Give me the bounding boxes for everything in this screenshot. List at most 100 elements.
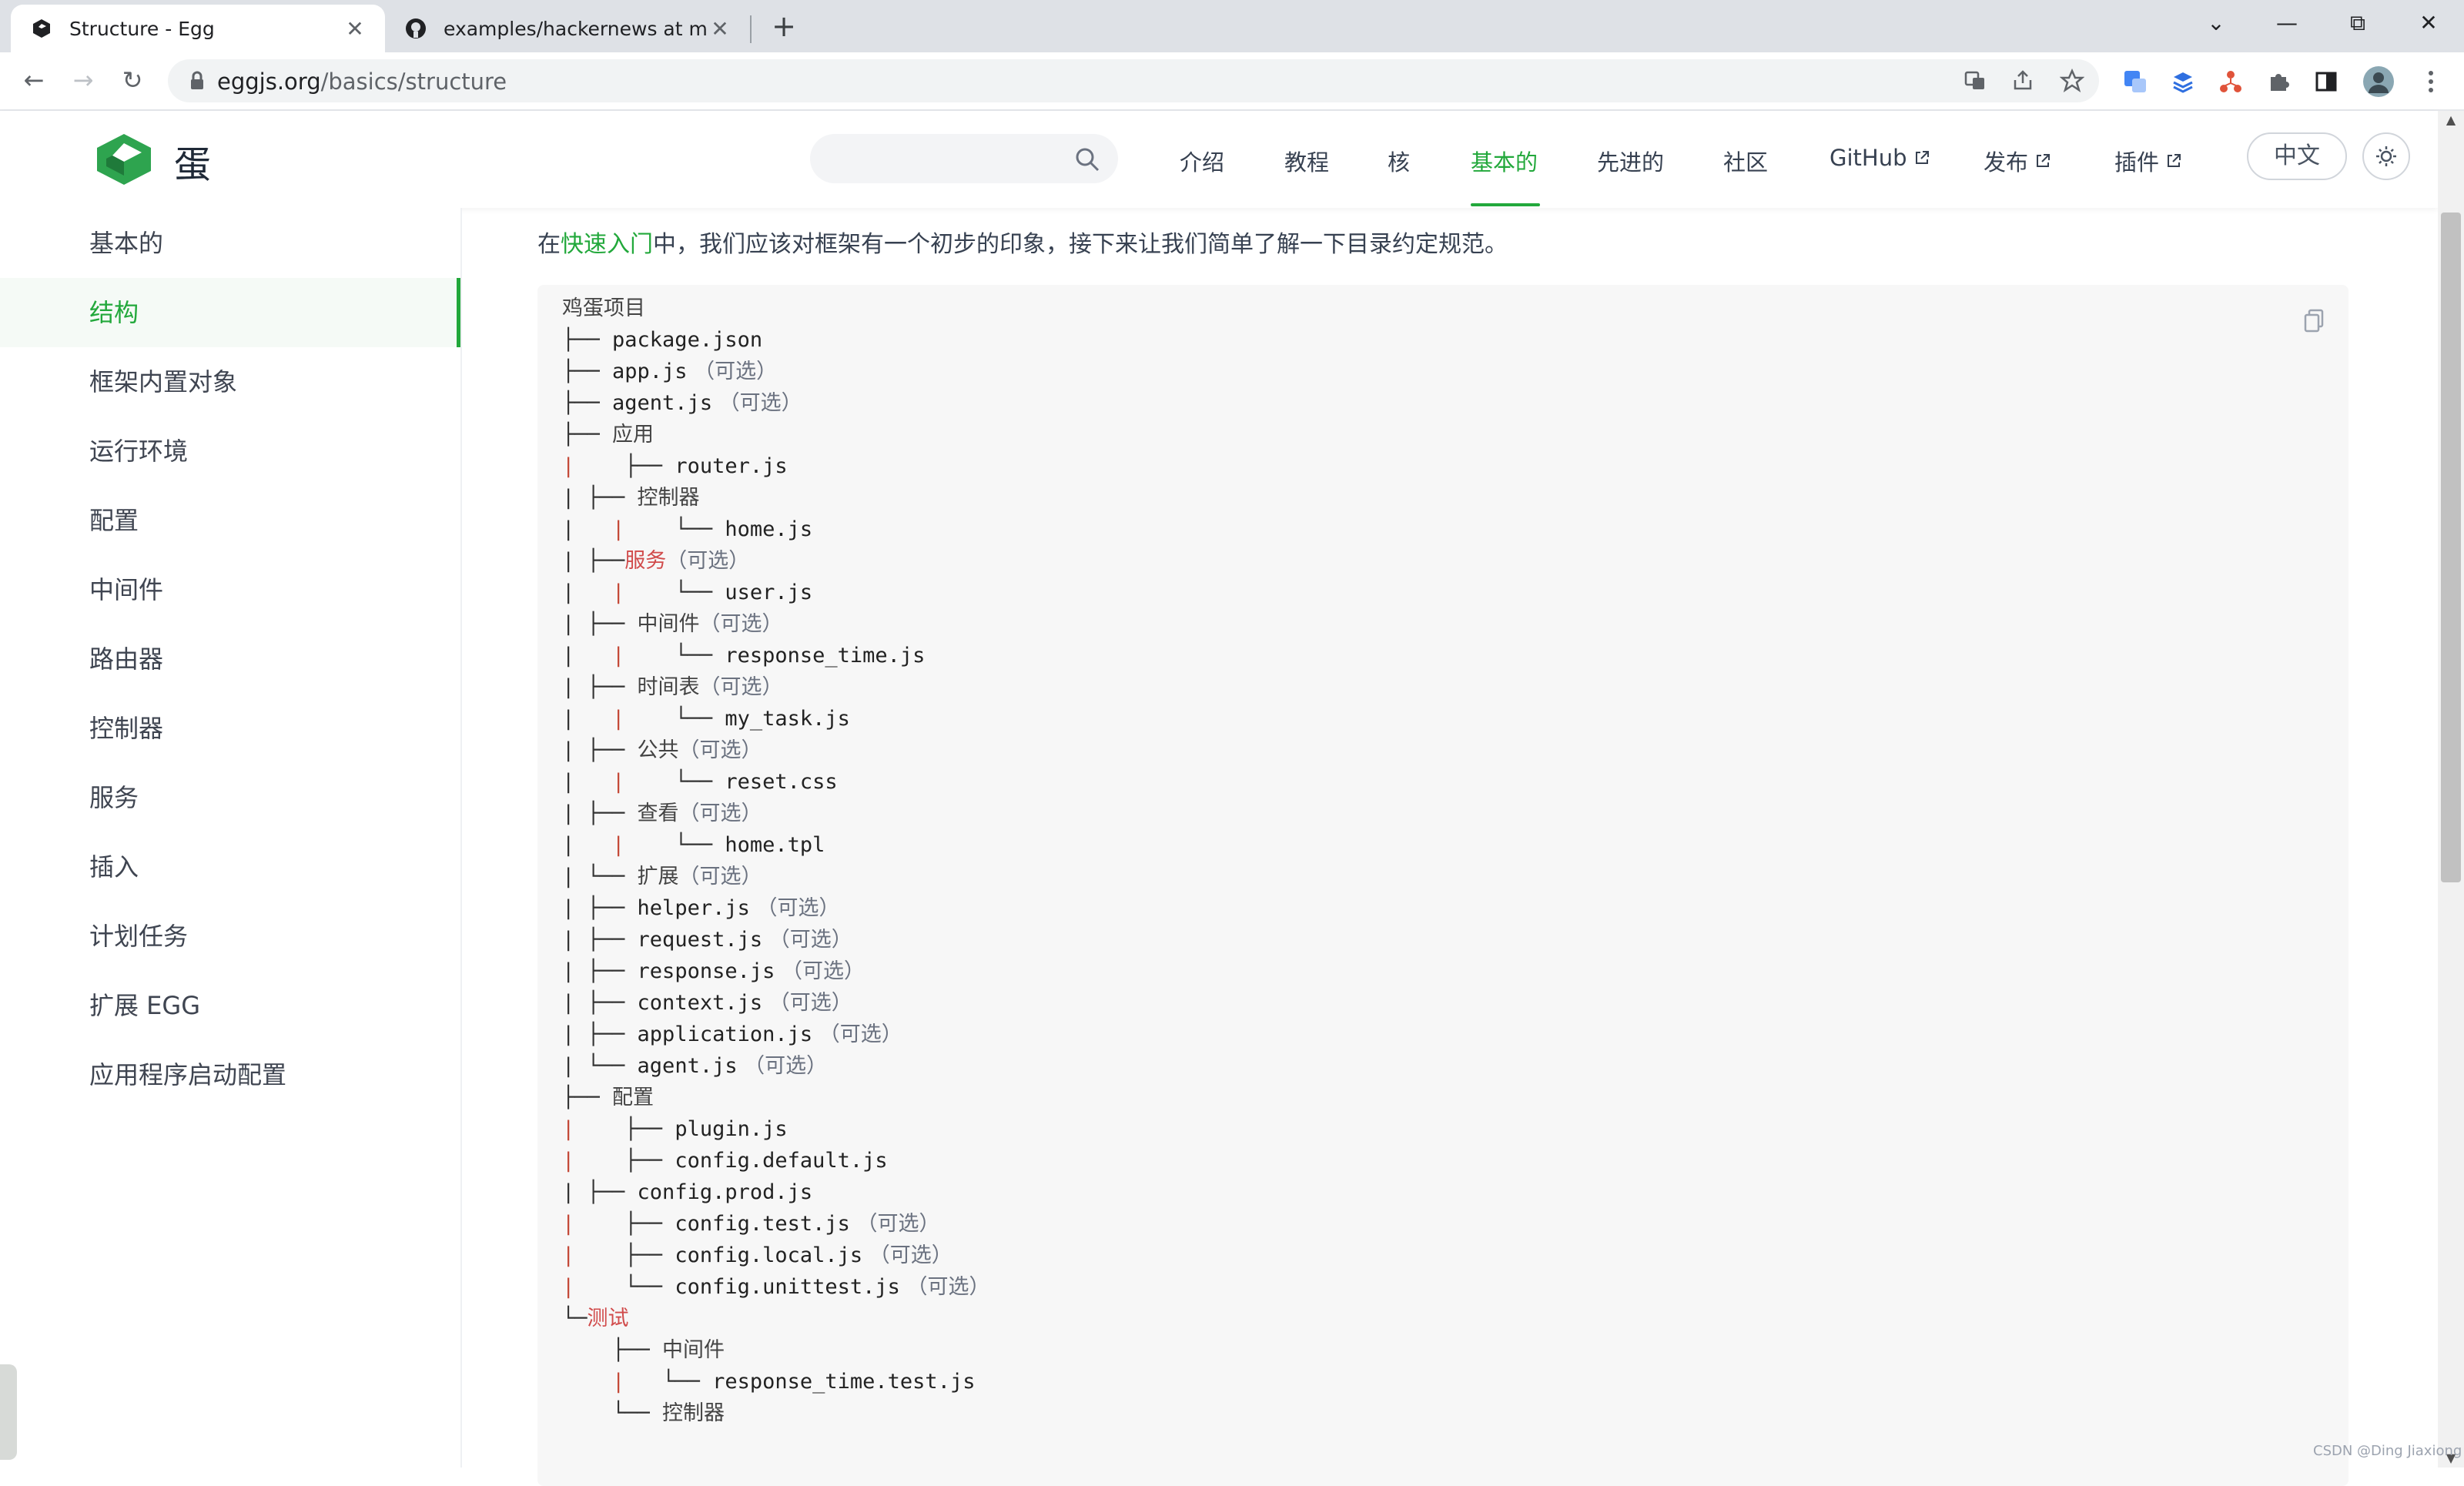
code-segment: 中间件 xyxy=(637,612,700,636)
side-panel-icon[interactable] xyxy=(2313,69,2339,95)
sidebar-item-config[interactable]: 配置 xyxy=(0,486,460,555)
code-segment: | xyxy=(562,1275,575,1299)
restore-button[interactable]: ⧉ xyxy=(2335,6,2381,40)
back-arrow-icon[interactable]: ← xyxy=(17,63,51,97)
code-segment: └── xyxy=(624,1370,713,1394)
nav-advanced[interactable]: 先进的 xyxy=(1597,145,1664,177)
code-line: | ├── 查看（可选） xyxy=(562,798,762,830)
code-segment: （可选） xyxy=(666,549,750,573)
tab-search-chevron-icon[interactable]: ⌄ xyxy=(2193,6,2239,40)
egg-logo-icon[interactable] xyxy=(94,132,154,186)
code-segment: request.js xyxy=(637,928,763,952)
code-segment: 控制器 xyxy=(662,1401,725,1425)
tab-hackernews[interactable]: examples/hackernews at mast• ✕ xyxy=(385,5,750,52)
code-line: | ├── plugin.js xyxy=(562,1113,788,1146)
code-line: | ├── config.local.js （可选） xyxy=(562,1240,952,1272)
code-line: | | └── user.js xyxy=(562,577,812,609)
code-segment: 扩展 xyxy=(637,865,679,889)
search-input[interactable] xyxy=(810,134,1118,183)
directory-tree-code-block: 鸡蛋项目 ├── package.json ├── app.js （可选） ├── a… xyxy=(537,285,2348,1486)
sidebar-item-plugin[interactable]: 插入 xyxy=(0,832,460,902)
sidebar-item-schedule[interactable]: 计划任务 xyxy=(0,902,460,971)
tab-structure-egg[interactable]: Structure - Egg ✕ xyxy=(11,5,385,52)
close-window-button[interactable]: ✕ xyxy=(2405,6,2452,40)
code-segment: 测试 xyxy=(587,1307,629,1330)
copy-icon[interactable] xyxy=(2302,308,2325,333)
sun-icon xyxy=(2376,146,2396,166)
sidebar-item-environment[interactable]: 运行环境 xyxy=(0,417,460,486)
sidebar-item-controller[interactable]: 控制器 xyxy=(0,694,460,763)
close-tab-icon[interactable]: ✕ xyxy=(708,16,732,42)
code-segment: ├── xyxy=(562,360,613,383)
nav-github[interactable]: GitHub xyxy=(1830,145,1930,171)
code-segment: 配置 xyxy=(612,1086,654,1109)
code-segment: ├── xyxy=(574,1117,675,1141)
code-line: ├── package.json xyxy=(562,324,762,356)
profile-avatar[interactable] xyxy=(2362,65,2395,98)
code-line: | ├── context.js （可选） xyxy=(562,987,852,1019)
code-segment: | xyxy=(562,707,588,731)
sidebar-item-builtin-objects[interactable]: 框架内置对象 xyxy=(0,347,460,417)
nav-basics[interactable]: 基本的 xyxy=(1471,145,1538,177)
google-translate-extension-icon[interactable] xyxy=(2122,69,2148,95)
network-extension-icon[interactable] xyxy=(2218,69,2244,95)
code-segment: config.default.js xyxy=(675,1149,888,1173)
sidebar-item-basics[interactable]: 基本的 xyxy=(0,209,460,278)
code-segment: agent.js xyxy=(637,1054,738,1078)
code-line: ├── app.js （可选） xyxy=(562,356,777,388)
code-line: | ├── 时间表（可选） xyxy=(562,671,783,704)
browser-toolbar: ← → ↻ eggjs.org/basics/structure xyxy=(0,52,2464,111)
theme-toggle-button[interactable] xyxy=(2362,132,2410,180)
code-segment: | xyxy=(587,707,625,731)
sidebar-item-middleware[interactable]: 中间件 xyxy=(0,555,460,624)
code-segment: ├── xyxy=(562,328,613,352)
close-tab-icon[interactable]: ✕ xyxy=(343,16,367,42)
browser-menu-icon[interactable] xyxy=(2418,69,2444,95)
quickstart-link[interactable]: 快速入门 xyxy=(561,231,653,258)
address-bar[interactable]: eggjs.org/basics/structure xyxy=(168,59,2099,102)
reload-icon[interactable]: ↻ xyxy=(116,63,149,97)
language-switch-button[interactable]: 中文 xyxy=(2247,132,2347,180)
sidebar-item-app-start[interactable]: 应用程序启动配置 xyxy=(0,1040,460,1109)
url-text: eggjs.org/basics/structure xyxy=(217,69,507,95)
scrollbar-thumb[interactable] xyxy=(2441,213,2461,882)
sidebar-item-service[interactable]: 服务 xyxy=(0,763,460,832)
code-line: | ├── config.default.js xyxy=(562,1145,888,1177)
code-segment: └── xyxy=(624,707,725,731)
nav-core[interactable]: 核 xyxy=(1388,145,1410,177)
nav-tutorial[interactable]: 教程 xyxy=(1284,145,1329,177)
new-tab-button[interactable]: + xyxy=(767,9,801,43)
code-segment: （可选） xyxy=(849,1212,940,1236)
code-segment: （可选） xyxy=(699,612,783,636)
minimize-button[interactable]: — xyxy=(2264,6,2310,40)
code-segment: agent.js xyxy=(612,391,713,415)
sidebar-item-structure[interactable]: 结构 xyxy=(0,278,460,347)
bookmark-star-icon[interactable] xyxy=(2059,68,2085,94)
egg-favicon-icon xyxy=(29,16,54,41)
scroll-up-arrow-icon[interactable]: ▲ xyxy=(2441,112,2461,128)
sidebar-item-extend[interactable]: 扩展 EGG xyxy=(0,971,460,1040)
translate-icon[interactable] xyxy=(1962,68,1988,94)
nav-plugins[interactable]: 插件 xyxy=(2114,145,2182,177)
code-segment: └── xyxy=(574,1275,675,1299)
nav-community[interactable]: 社区 xyxy=(1723,145,1768,177)
sidebar-item-router[interactable]: 路由器 xyxy=(0,624,460,694)
forward-arrow-icon[interactable]: → xyxy=(66,63,100,97)
external-link-icon xyxy=(2037,154,2051,167)
code-segment: （可选） xyxy=(899,1275,990,1299)
share-icon[interactable] xyxy=(2010,68,2036,94)
code-line: | └── response_time.test.js xyxy=(562,1366,975,1398)
nav-release[interactable]: 发布 xyxy=(1984,145,2051,177)
site-brand[interactable]: 蛋 xyxy=(174,134,211,188)
code-segment: | ├── xyxy=(562,1022,638,1046)
code-segment: plugin.js xyxy=(675,1117,788,1141)
nav-label: GitHub xyxy=(1830,145,1907,171)
code-segment: | ├── xyxy=(562,802,638,825)
nav-label: 插件 xyxy=(2114,149,2160,176)
code-line: ├── 配置 xyxy=(562,1082,654,1114)
nav-label: 社区 xyxy=(1723,149,1769,176)
extensions-puzzle-icon[interactable] xyxy=(2265,69,2292,95)
nav-intro[interactable]: 介绍 xyxy=(1180,145,1224,177)
sidebar-resize-handle[interactable] xyxy=(0,1364,17,1460)
layers-extension-icon[interactable] xyxy=(2170,69,2196,95)
